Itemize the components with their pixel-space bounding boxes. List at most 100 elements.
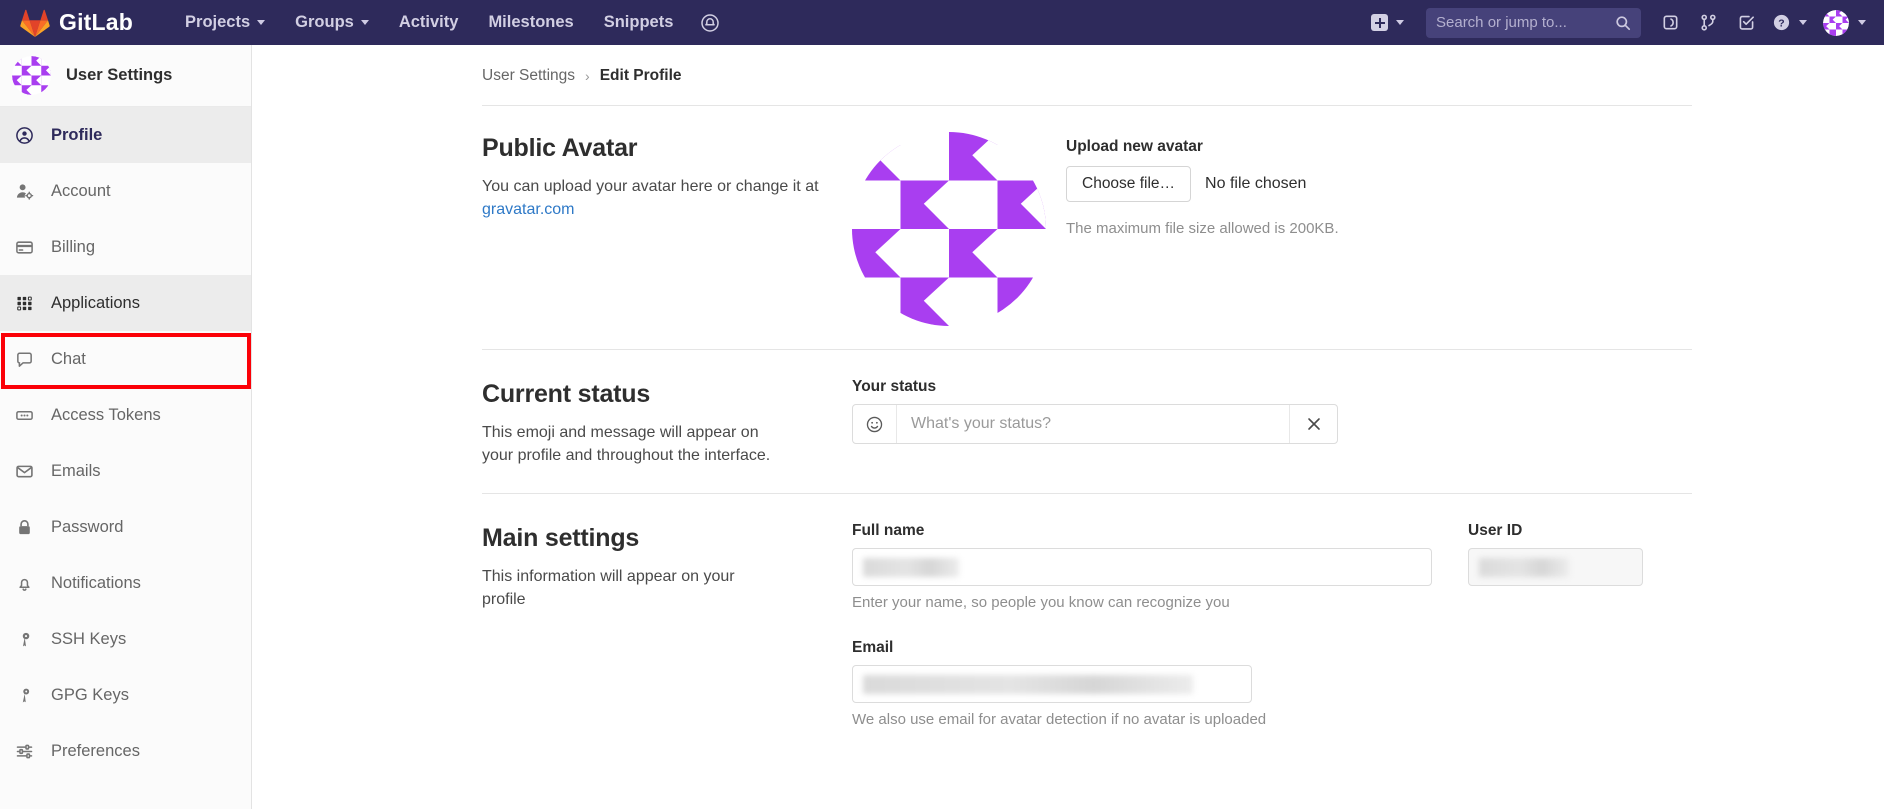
- sidebar-item-label: Emails: [51, 461, 101, 480]
- chevron-down-icon: [360, 20, 369, 25]
- your-status-label: Your status: [852, 378, 937, 395]
- breadcrumb-parent[interactable]: User Settings: [482, 67, 575, 85]
- nav-groups[interactable]: Groups: [280, 0, 384, 45]
- email-help-text: We also use email for avatar detection i…: [852, 711, 1267, 729]
- main-settings-section: Main settings This information will appe…: [270, 494, 1884, 728]
- sidebar-item-gpg-keys[interactable]: GPG Keys: [0, 667, 251, 723]
- section-title: Current status: [482, 380, 651, 408]
- todo-checklist-icon[interactable]: [1727, 0, 1765, 45]
- avatar: [1823, 9, 1849, 36]
- breadcrumb: User Settings › Edit Profile: [270, 45, 1884, 85]
- sidebar-item-preferences[interactable]: Preferences: [0, 723, 251, 779]
- avatar: [12, 56, 51, 95]
- max-file-size-text: The maximum file size allowed is 200KB.: [1066, 220, 1339, 237]
- user-id-value-redacted: [1479, 557, 1569, 577]
- user-menu-button[interactable]: [1813, 0, 1884, 45]
- sidebar-item-label: Preferences: [51, 741, 140, 760]
- chevron-down-icon: [1396, 20, 1404, 25]
- sidebar-item-applications[interactable]: Applications: [0, 275, 251, 331]
- sidebar-item-emails[interactable]: Emails: [0, 443, 251, 499]
- sidebar-item-label: Applications: [51, 293, 140, 312]
- chevron-down-icon: [1858, 20, 1866, 25]
- choose-file-button[interactable]: Choose file…: [1066, 166, 1192, 202]
- status-input-group: What's your status?: [852, 404, 1338, 444]
- current-status-section: Current status This emoji and message wi…: [270, 350, 1884, 467]
- user-id-label: User ID: [1468, 522, 1523, 540]
- merge-request-icon[interactable]: [1689, 0, 1727, 45]
- section-title: Main settings: [482, 524, 640, 553]
- sidebar-item-ssh-keys[interactable]: SSH Keys: [0, 611, 251, 667]
- sidebar-item-label: Profile: [51, 125, 103, 144]
- help-question-icon: ?: [1773, 14, 1789, 31]
- nav-projects[interactable]: Projects: [170, 0, 280, 45]
- nav-groups-label: Groups: [295, 13, 354, 31]
- full-name-label: Full name: [852, 522, 925, 540]
- sidebar-item-label: Billing: [51, 237, 96, 256]
- sidebar-item-password[interactable]: Password: [0, 499, 251, 555]
- email-input[interactable]: [852, 665, 1252, 704]
- full-name-help-text: Enter your name, so people you know can …: [852, 594, 1230, 612]
- current-status-text: Current status This emoji and message wi…: [482, 356, 852, 467]
- sidebar-header[interactable]: User Settings: [0, 45, 251, 107]
- bell-announcement-icon[interactable]: [700, 13, 720, 33]
- sidebar-item-account[interactable]: Account: [0, 163, 251, 219]
- email-value-redacted: [863, 674, 1193, 694]
- applications-grid-icon: [14, 294, 35, 313]
- notifications-bell-icon: [14, 574, 35, 593]
- full-name-input[interactable]: [852, 548, 1432, 587]
- sidebar-item-chat[interactable]: Chat: [0, 331, 251, 387]
- account-user-gear-icon: [14, 182, 35, 201]
- public-avatar-text: Public Avatar You can upload your avatar…: [482, 110, 852, 331]
- access-token-icon: [14, 406, 35, 425]
- no-file-chosen-text: No file chosen: [1205, 175, 1307, 192]
- nav-projects-label: Projects: [185, 13, 251, 31]
- billing-credit-card-icon: [14, 238, 35, 257]
- sidebar-item-billing[interactable]: Billing: [0, 219, 251, 275]
- ssh-key-icon: [14, 630, 35, 649]
- email-label: Email: [852, 639, 894, 657]
- password-lock-icon: [14, 518, 35, 537]
- sidebar-item-label: Chat: [51, 349, 86, 368]
- smiley-face-icon[interactable]: [853, 405, 897, 443]
- section-title: Public Avatar: [482, 134, 638, 162]
- breadcrumb-separator: ›: [585, 68, 590, 84]
- nav-snippets[interactable]: Snippets: [589, 0, 689, 45]
- search-placeholder: Search or jump to...: [1436, 14, 1567, 31]
- section-description: You can upload your avatar here or chang…: [482, 176, 822, 221]
- sidebar-title: User Settings: [66, 66, 173, 84]
- nav-milestones[interactable]: Milestones: [473, 0, 588, 45]
- sidebar-item-label: Access Tokens: [51, 405, 161, 424]
- search-icon: [1616, 15, 1631, 30]
- section-description: This emoji and message will appear on yo…: [482, 424, 771, 464]
- profile-user-circle-icon: [14, 126, 35, 145]
- gitlab-logo-icon[interactable]: [20, 9, 50, 37]
- user-id-input: [1468, 548, 1643, 587]
- search-input[interactable]: Search or jump to...: [1426, 7, 1641, 38]
- new-item-button[interactable]: [1359, 0, 1416, 45]
- sidebar-item-access-tokens[interactable]: Access Tokens: [0, 387, 251, 443]
- sidebar-item-notifications[interactable]: Notifications: [0, 555, 251, 611]
- preferences-sliders-icon: [14, 742, 35, 761]
- chevron-down-icon: [1798, 20, 1807, 25]
- breadcrumb-current: Edit Profile: [599, 67, 682, 84]
- user-id-field-group: User ID: [1432, 500, 1643, 728]
- sidebar-item-label: Notifications: [51, 573, 141, 592]
- avatar-desc-text: You can upload your avatar here or chang…: [482, 178, 819, 195]
- issues-icon[interactable]: [1651, 0, 1689, 45]
- chat-bubble-icon: [14, 350, 35, 369]
- gitlab-wordmark[interactable]: GitLab: [59, 9, 133, 36]
- status-input[interactable]: What's your status?: [897, 415, 1289, 433]
- sidebar-item-profile[interactable]: Profile: [0, 107, 251, 163]
- help-menu-button[interactable]: ?: [1765, 0, 1813, 45]
- sidebar-item-label: GPG Keys: [51, 685, 129, 704]
- top-navigation-bar: GitLab Projects Groups Activity Mileston…: [0, 0, 1884, 45]
- full-name-value-redacted: [863, 557, 959, 577]
- nav-activity[interactable]: Activity: [384, 0, 474, 45]
- main-settings-text: Main settings This information will appe…: [482, 500, 852, 728]
- current-avatar-image: [852, 132, 1046, 326]
- svg-text:?: ?: [1778, 19, 1784, 30]
- clear-x-icon[interactable]: [1289, 405, 1337, 443]
- plus-square-icon: [1371, 14, 1388, 31]
- primary-nav-links: Projects Groups Activity Milestones Snip…: [170, 0, 720, 45]
- gravatar-link[interactable]: gravatar.com: [482, 201, 574, 218]
